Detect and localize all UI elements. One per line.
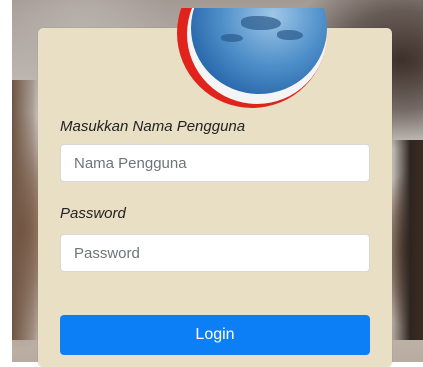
username-input[interactable] <box>60 144 370 182</box>
password-label: Password <box>60 205 126 222</box>
logo-land-shape <box>277 30 303 40</box>
globe-emblem-icon <box>177 8 333 112</box>
background-detail-left <box>12 80 38 340</box>
password-input[interactable] <box>60 234 370 272</box>
login-screen: Masukkan Nama Pengguna Password Login <box>0 0 423 367</box>
login-card: Masukkan Nama Pengguna Password Login <box>38 8 392 367</box>
logo-land-shape <box>241 16 281 30</box>
login-button[interactable]: Login <box>60 315 370 355</box>
username-label: Masukkan Nama Pengguna <box>60 118 246 135</box>
logo-land-shape <box>221 34 243 42</box>
background-detail-right <box>391 140 423 340</box>
